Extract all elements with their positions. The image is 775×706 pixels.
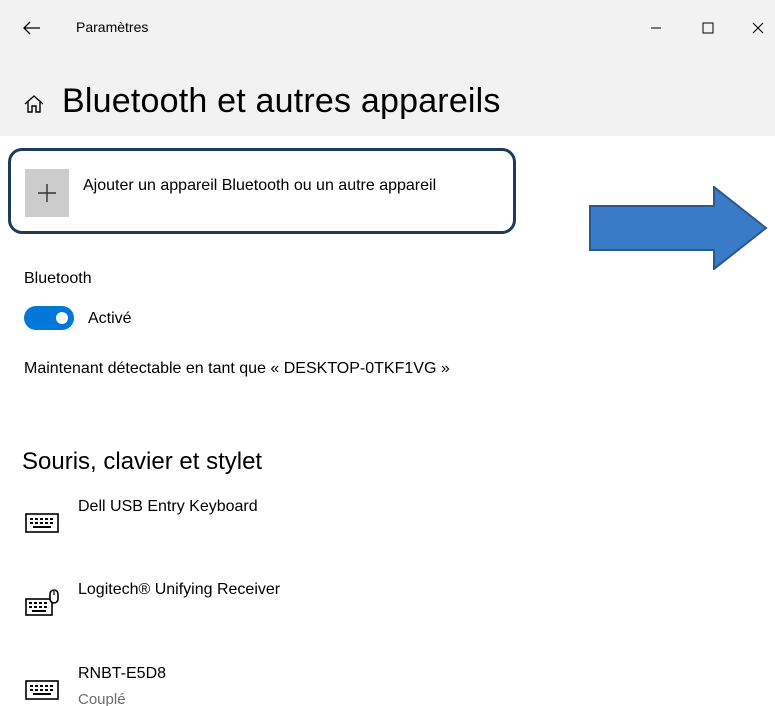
device-item[interactable]: Dell USB Entry Keyboard xyxy=(24,498,524,548)
minimize-icon xyxy=(651,27,661,29)
title-bar: Paramètres xyxy=(0,0,775,56)
discoverable-text: Maintenant détectable en tant que « DESK… xyxy=(24,360,450,377)
add-device-label: Ajouter un appareil Bluetooth ou un autr… xyxy=(83,177,437,194)
home-icon xyxy=(24,95,44,113)
page-title: Bluetooth et autres appareils xyxy=(62,82,501,120)
settings-window: Paramètres Bluetooth et autres appareils xyxy=(0,0,775,706)
device-status: Couplé xyxy=(78,691,126,706)
toggle-knob xyxy=(56,312,68,324)
section-title: Souris, clavier et stylet xyxy=(22,448,263,475)
device-name: Logitech® Unifying Receiver xyxy=(78,581,281,598)
add-device-button[interactable]: Ajouter un appareil Bluetooth ou un autr… xyxy=(8,148,516,234)
close-icon xyxy=(752,22,764,34)
right-arrow-icon xyxy=(589,186,768,270)
plus-box xyxy=(25,169,69,217)
close-button[interactable] xyxy=(738,10,775,46)
device-item[interactable]: Logitech® Unifying Receiver xyxy=(24,581,524,631)
keyboard-icon xyxy=(25,513,59,533)
back-button[interactable] xyxy=(18,14,46,42)
bluetooth-label: Bluetooth xyxy=(24,270,92,287)
maximize-icon xyxy=(702,22,714,34)
device-name: Dell USB Entry Keyboard xyxy=(78,498,258,515)
maximize-button[interactable] xyxy=(688,10,728,46)
back-arrow-icon xyxy=(23,21,40,35)
device-name: RNBT-E5D8 xyxy=(78,665,167,682)
device-item[interactable]: RNBT-E5D8 Couplé xyxy=(24,665,524,706)
bluetooth-toggle-state: Activé xyxy=(88,310,132,327)
minimize-button[interactable] xyxy=(636,10,676,46)
plus-icon xyxy=(38,184,56,202)
app-title: Paramètres xyxy=(76,19,149,35)
keyboard-icon xyxy=(25,680,59,700)
keyboard-mouse-icon xyxy=(25,589,59,616)
bluetooth-toggle[interactable] xyxy=(24,306,74,330)
